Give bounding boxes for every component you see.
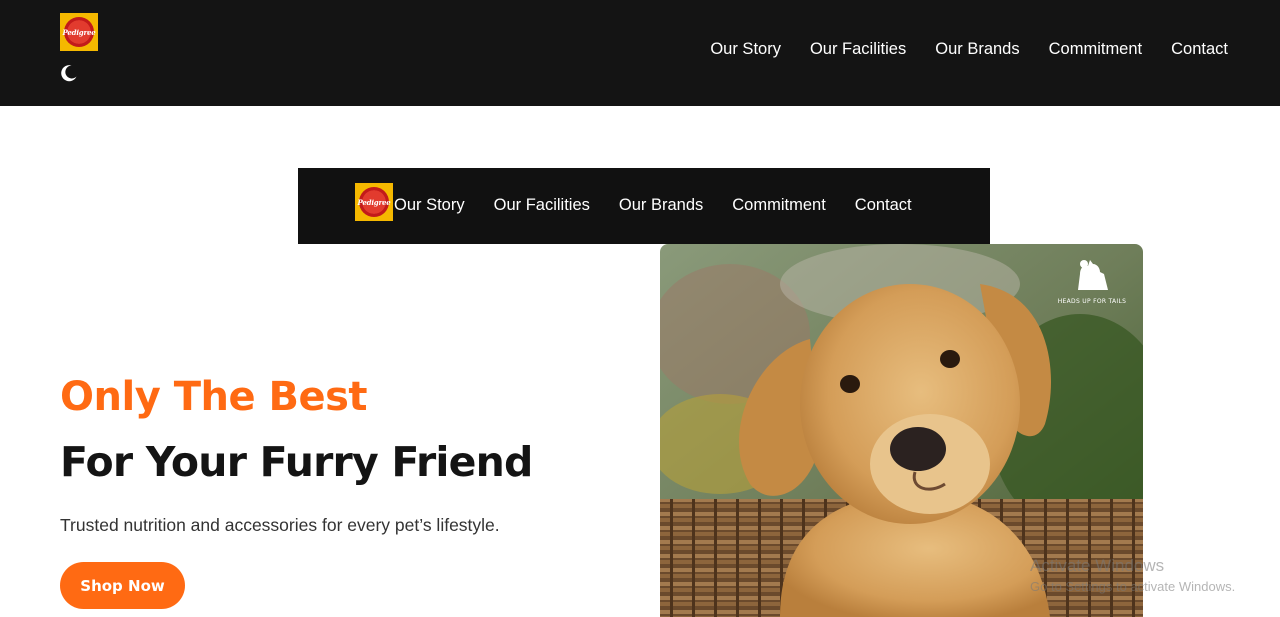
- hero-title-accent: Only The Best: [60, 374, 368, 420]
- nav-link-our-facilities[interactable]: Our Facilities: [810, 40, 906, 59]
- nav-link-our-story[interactable]: Our Story: [710, 40, 781, 59]
- watermark-text: HEADS UP FOR TAILS: [1057, 298, 1127, 305]
- subnav-link-our-brands[interactable]: Our Brands: [619, 196, 703, 215]
- subnav-link-contact[interactable]: Contact: [855, 196, 912, 215]
- subnav-link-our-facilities[interactable]: Our Facilities: [494, 196, 590, 215]
- brand-logo[interactable]: Pedigree: [60, 13, 98, 51]
- subnav-link-commitment[interactable]: Commitment: [732, 196, 826, 215]
- subnav-link-our-story[interactable]: Our Story: [394, 196, 465, 215]
- activate-windows-hint: Go to Settings to activate Windows.: [1030, 579, 1236, 594]
- logo-badge-icon: Pedigree: [357, 187, 391, 217]
- activate-windows-title: Activate Windows: [1030, 556, 1165, 575]
- dog-cat-logo-icon: [1078, 260, 1108, 290]
- moon-icon[interactable]: [60, 64, 78, 82]
- hero-title: For Your Furry Friend: [60, 438, 533, 486]
- shop-now-button[interactable]: Shop Now: [60, 562, 185, 609]
- secondary-nav: Our Story Our Facilities Our Brands Comm…: [394, 196, 912, 215]
- hero-subtitle: Trusted nutrition and accessories for ev…: [60, 515, 500, 535]
- nav-link-contact[interactable]: Contact: [1171, 40, 1228, 59]
- nav-link-our-brands[interactable]: Our Brands: [935, 40, 1019, 59]
- logo-wordmark: Pedigree: [357, 197, 391, 207]
- main-nav: Our Story Our Facilities Our Brands Comm…: [710, 40, 1228, 59]
- secondary-nav-bar: Pedigree Our Story Our Facilities Our Br…: [298, 168, 990, 244]
- image-watermark: HEADS UP FOR TAILS: [1053, 256, 1131, 305]
- activate-windows-overlay: Activate Windows Go to Settings to activ…: [1030, 556, 1235, 594]
- logo-badge-icon: Pedigree: [62, 17, 96, 47]
- nav-link-commitment[interactable]: Commitment: [1049, 40, 1143, 59]
- secondary-brand-logo[interactable]: Pedigree: [355, 183, 393, 221]
- logo-wordmark: Pedigree: [62, 27, 96, 37]
- site-header: Pedigree Our Story Our Facilities Our Br…: [0, 0, 1280, 106]
